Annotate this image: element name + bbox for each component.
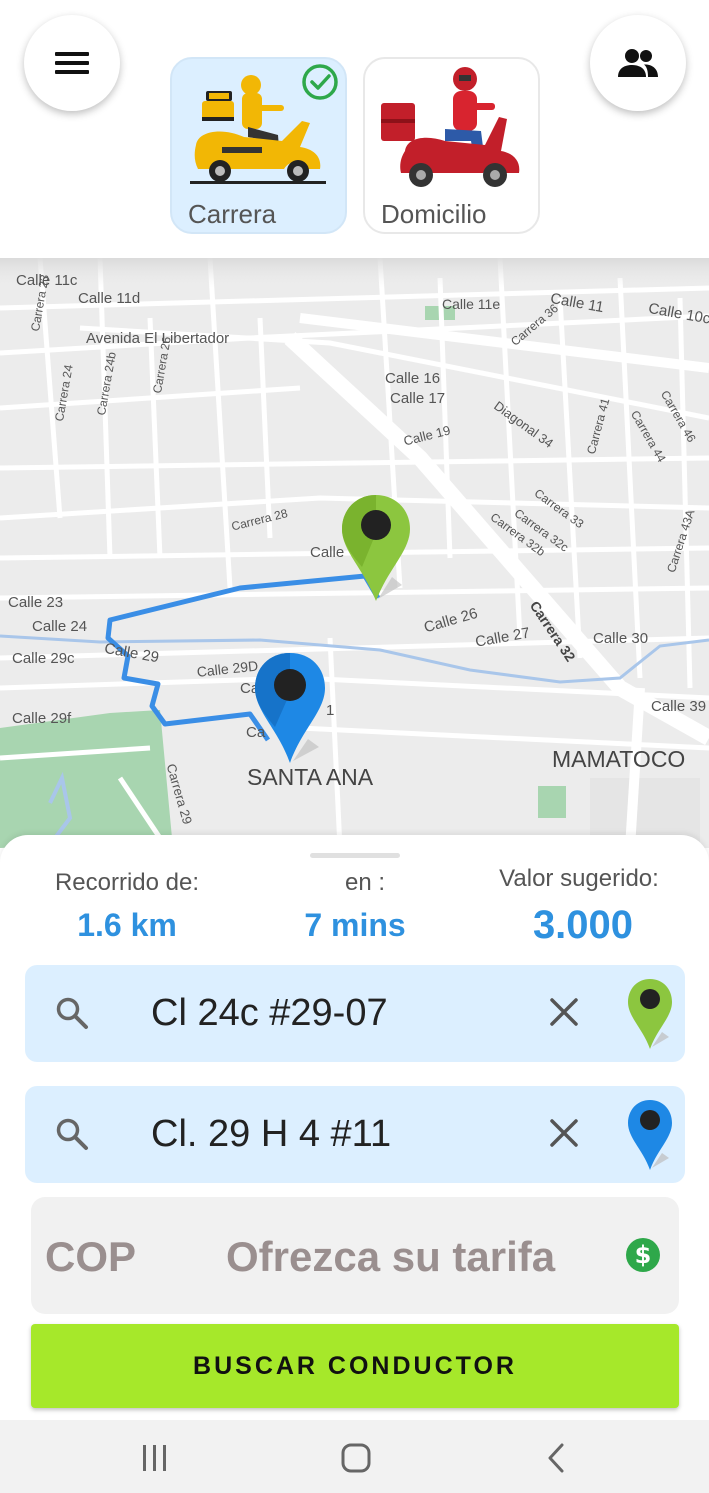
service-label-domicilio: Domicilio: [381, 199, 487, 229]
close-icon[interactable]: [549, 997, 579, 1027]
recent-apps-icon[interactable]: [140, 1442, 170, 1474]
distance-value: 1.6 km: [77, 907, 177, 943]
currency-label: COP: [45, 1233, 137, 1280]
street-label: Calle 39: [651, 698, 707, 715]
street-label: Calle 30: [593, 630, 649, 647]
home-icon[interactable]: [340, 1442, 372, 1474]
neighborhood-label: MAMATOCO: [552, 746, 686, 772]
search-driver-button[interactable]: BUSCAR CONDUCTOR: [31, 1324, 679, 1408]
fare-input[interactable]: COP Ofrezca su tarifa $: [31, 1197, 679, 1314]
street-label: Calle 11d: [78, 290, 141, 307]
price-value: 3.000: [532, 903, 634, 947]
street-label: Avenida El Libertador: [86, 330, 230, 347]
svg-text:$: $: [635, 1241, 652, 1269]
hamburger-menu-icon: [55, 52, 89, 74]
time-value: 7 mins: [304, 907, 406, 943]
dollar-circle-icon: $: [626, 1238, 660, 1272]
service-label-carrera: Carrera: [188, 199, 277, 229]
price-label: Valor sugerido:: [499, 865, 659, 892]
users-button[interactable]: [590, 15, 686, 111]
origin-address-field[interactable]: Cl 24c #29-07: [25, 965, 685, 1062]
street-label: Calle 29c: [12, 650, 75, 667]
destination-pin-icon[interactable]: [253, 651, 327, 767]
service-card-domicilio[interactable]: Domicilio: [363, 57, 540, 234]
fare-placeholder[interactable]: Ofrezca su tarifa: [226, 1233, 555, 1281]
origin-address-text[interactable]: Cl 24c #29-07: [151, 992, 388, 1035]
time-label: en :: [344, 869, 386, 896]
green-location-pin-icon: [628, 979, 672, 1049]
sheet-handle[interactable]: [310, 853, 400, 858]
street-label: Calle 23: [8, 594, 64, 611]
close-icon[interactable]: [549, 1118, 579, 1148]
back-icon[interactable]: [544, 1442, 570, 1474]
search-icon: [56, 1118, 88, 1150]
street-label: Calle 11e: [442, 296, 501, 312]
delivery-scooter-icon: [381, 67, 520, 187]
origin-pin-icon[interactable]: [340, 493, 412, 605]
service-card-carrera[interactable]: Carrera: [170, 57, 347, 234]
street-label: Calle 24: [32, 618, 88, 635]
menu-button[interactable]: [24, 15, 120, 111]
street-label: Calle 29f: [12, 710, 72, 727]
destination-address-text[interactable]: Cl. 29 H 4 #11: [151, 1113, 391, 1156]
search-icon: [56, 997, 88, 1029]
street-label: Calle 17: [390, 390, 446, 407]
map-view[interactable]: Calle 11c Calle 11d Carrera 23 Carrera 2…: [0, 258, 709, 848]
distance-label: Recorrido de:: [54, 869, 200, 896]
blue-location-pin-icon: [628, 1100, 672, 1170]
selected-check-icon: [302, 64, 338, 100]
app-screen: Carrera Domicilio Calle 11c Calle 11d Ca…: [0, 0, 709, 1493]
neighborhood-label: SANTA ANA: [247, 764, 374, 790]
users-icon: [618, 49, 658, 77]
system-nav-bar: [0, 1420, 709, 1493]
street-label: 1: [326, 702, 335, 719]
street-label: Calle 16: [385, 370, 441, 387]
destination-address-field[interactable]: Cl. 29 H 4 #11: [25, 1086, 685, 1183]
